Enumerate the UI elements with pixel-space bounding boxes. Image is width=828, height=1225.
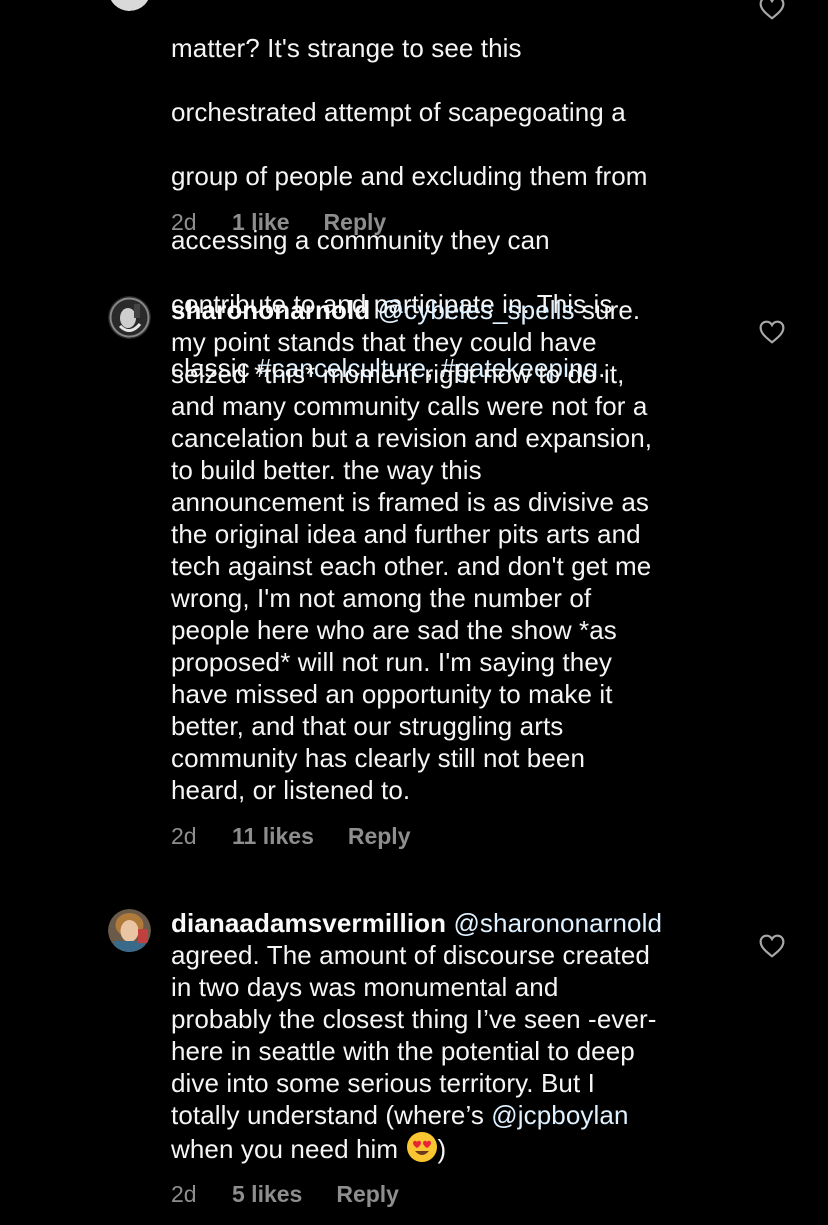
- username-link[interactable]: sharononarnold: [171, 295, 370, 325]
- comment-line: orchestrated attempt of scapegoating a: [171, 97, 626, 127]
- comment-text: ): [437, 1134, 447, 1164]
- avatar-dianaadamsvermillion-icon: [108, 909, 151, 952]
- mention-link[interactable]: @cybeles_spells: [378, 295, 575, 325]
- comment-line: group of people and excluding them from: [171, 161, 648, 191]
- avatar-sharononarnold-icon: [108, 296, 151, 339]
- mention-link[interactable]: @jcpboylan: [491, 1100, 628, 1130]
- comment-body: sharononarnold @cybeles_spells sure. my …: [171, 294, 731, 806]
- comment-meta: 2d 1 like Reply: [171, 207, 386, 237]
- comment-body: dianaadamsvermillion @sharononarnold agr…: [171, 907, 731, 1165]
- avatar-partial-icon: [110, 0, 149, 11]
- avatar[interactable]: [108, 909, 151, 952]
- heart-outline-icon[interactable]: [759, 320, 785, 344]
- timestamp: 2d: [171, 208, 197, 235]
- timestamp: 2d: [171, 1180, 197, 1207]
- likes-count[interactable]: 1 like: [232, 209, 290, 236]
- heart-outline-icon[interactable]: [759, 934, 785, 958]
- reply-button[interactable]: Reply: [324, 209, 387, 236]
- likes-count[interactable]: 5 likes: [232, 1181, 302, 1208]
- reply-button[interactable]: Reply: [336, 1181, 399, 1208]
- comment-meta: 2d 5 likes Reply: [171, 1179, 399, 1209]
- comment-text: sure. my point stands that they could ha…: [171, 295, 653, 805]
- heart-outline-icon[interactable]: [759, 0, 785, 20]
- reply-button[interactable]: Reply: [348, 823, 411, 850]
- avatar[interactable]: [108, 296, 151, 339]
- heart-eyes-emoji-icon: [406, 1132, 437, 1162]
- username-link[interactable]: dianaadamsvermillion: [171, 908, 446, 938]
- timestamp: 2d: [171, 822, 197, 849]
- comment-meta: 2d 11 likes Reply: [171, 821, 411, 851]
- avatar[interactable]: [108, 0, 151, 11]
- likes-count[interactable]: 11 likes: [232, 823, 314, 850]
- comment-line: matter? It's strange to see this: [171, 33, 522, 63]
- comment-text: when you need him: [171, 1134, 399, 1164]
- mention-link[interactable]: @sharononarnold: [453, 908, 662, 938]
